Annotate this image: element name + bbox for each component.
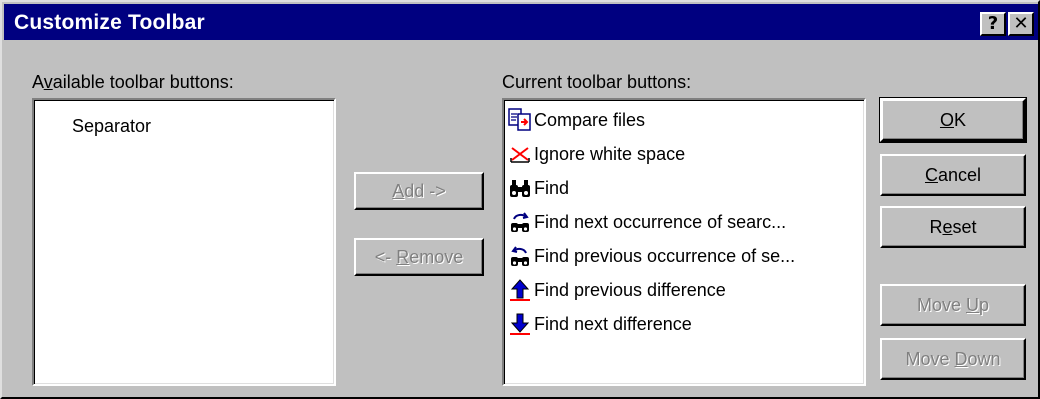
list-item-label: Find previous occurrence of se... (534, 245, 796, 266)
list-item[interactable]: Find previous occurrence of se... (508, 240, 795, 272)
available-buttons-label: Available toolbar buttons: (32, 72, 234, 92)
close-button[interactable]: ✕ (1008, 12, 1034, 36)
ignore-white-space-icon (510, 147, 530, 163)
current-buttons-label: Current toolbar buttons: (502, 72, 692, 92)
list-item[interactable]: Find next difference (508, 308, 692, 340)
cancel-button[interactable]: Cancel (880, 154, 1026, 196)
current-buttons-list[interactable]: Compare files Ignore white space Find Fi… (502, 98, 866, 386)
move-down-button[interactable]: Move Down (880, 338, 1026, 380)
add-button[interactable]: Add -> (354, 172, 484, 210)
close-icon: ✕ (1013, 13, 1029, 34)
list-item-label: Find next difference (534, 313, 692, 334)
find-next-occurrence-icon (511, 212, 529, 232)
move-up-button[interactable]: Move Up (880, 284, 1026, 326)
reset-button[interactable]: Reset (880, 206, 1026, 248)
available-buttons-list[interactable]: Separator (32, 98, 336, 386)
compare-files-icon (508, 108, 531, 131)
binoculars-icon (510, 180, 530, 197)
help-icon: ? (987, 13, 999, 34)
window-title: Customize Toolbar (14, 11, 205, 34)
customize-toolbar-dialog: Customize Toolbar ? ✕ Available toolbar … (0, 0, 1040, 399)
up-arrow-icon (510, 279, 530, 301)
remove-button[interactable]: <- Remove (354, 238, 484, 276)
list-item-label: Find previous difference (534, 279, 726, 300)
ok-button[interactable]: OK (879, 97, 1027, 143)
help-button[interactable]: ? (980, 12, 1006, 36)
list-item-label: Compare files (534, 109, 646, 130)
list-item[interactable]: Find (508, 172, 569, 204)
list-item-label: Find next occurrence of searc... (534, 211, 787, 232)
list-item-label: Separator (72, 115, 152, 136)
list-item[interactable]: Ignore white space (508, 138, 685, 170)
title-bar: Customize Toolbar ? ✕ (4, 4, 1038, 40)
list-item-label: Ignore white space (534, 143, 686, 164)
list-item-separator[interactable]: Separator (72, 110, 151, 142)
down-arrow-icon (510, 313, 530, 335)
find-previous-occurrence-icon (511, 246, 529, 266)
list-item[interactable]: Compare files (508, 104, 645, 136)
list-item[interactable]: Find previous difference (508, 274, 726, 306)
list-item-label: Find (534, 177, 570, 198)
list-item[interactable]: Find next occurrence of searc... (508, 206, 786, 238)
